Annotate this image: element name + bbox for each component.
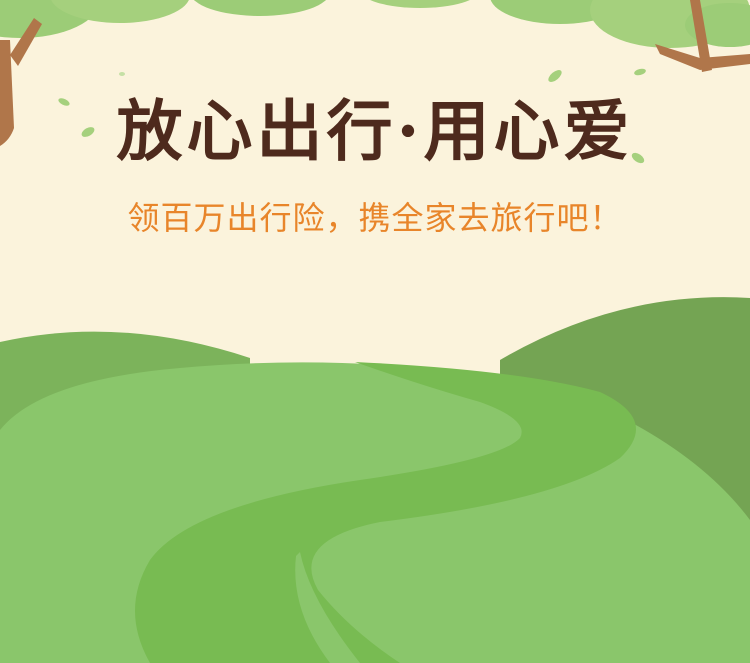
banner-title: 放心出行·用心爱	[116, 92, 634, 170]
banner-subtitle: 领百万出行险，携全家去旅行吧！	[127, 199, 623, 237]
banner-scene: 放心出行·用心爱 领百万出行险，携全家去旅行吧！	[0, 0, 750, 663]
